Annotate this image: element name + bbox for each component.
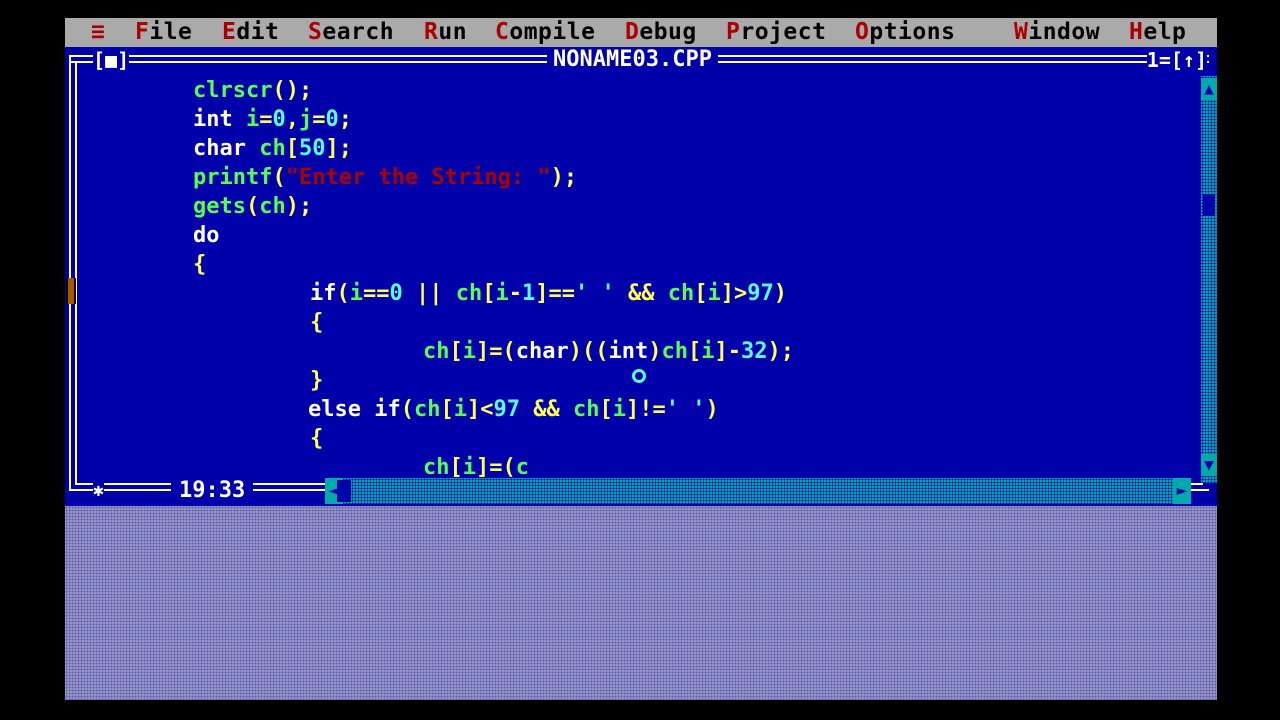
menu-file[interactable]: File (135, 18, 192, 47)
menu-run[interactable]: Run (424, 18, 467, 47)
code-line-7: { (193, 252, 207, 277)
menu-bar: ≡ File Edit Search Run Compile Debug Pro… (65, 18, 1217, 47)
code-line-5: gets(ch); (193, 194, 313, 219)
code-line-13: { (310, 426, 324, 451)
cursor-position: 19:33 (171, 478, 254, 504)
menu-project[interactable]: Project (726, 18, 826, 47)
window-title: NONAME03.CPP (547, 47, 718, 73)
code-line-11: } (310, 368, 324, 393)
frame-left-inner (75, 61, 77, 485)
code-line-8: if(i==0 || ch[i-1]==' ' && ch[i]>97) (310, 281, 787, 306)
close-box-button[interactable]: [■] (93, 49, 130, 71)
menu-edit[interactable]: Edit (222, 18, 279, 47)
system-menu[interactable]: ≡ (91, 18, 105, 47)
menu-help[interactable]: Help (1129, 18, 1186, 47)
code-line-9: { (310, 310, 324, 335)
scroll-down-icon[interactable]: ▼ (1201, 454, 1217, 476)
code-line-2: int i=0,j=0; (193, 107, 352, 132)
code-line-4: printf("Enter the String: "); (193, 165, 578, 190)
scroll-up-icon[interactable]: ▲ (1201, 78, 1217, 100)
window-number-zoom[interactable]: 1=[↑] (1146, 47, 1207, 73)
code-line-1: clrscr(); (193, 78, 313, 103)
resize-handle-icon[interactable]: ✱ (93, 478, 104, 504)
horizontal-scroll-thumb[interactable] (337, 480, 351, 502)
vertical-scroll-thumb[interactable] (1203, 194, 1215, 216)
code-line-12: else if(ch[i]<97 && ch[i]!=' ') (308, 397, 719, 422)
turbo-cpp-ide: ≡ File Edit Search Run Compile Debug Pro… (65, 18, 1217, 700)
breakpoint-marker (66, 278, 76, 304)
busy-cursor-icon (632, 369, 646, 383)
code-line-3: char ch[50]; (193, 136, 352, 161)
menu-options[interactable]: Options (855, 18, 955, 47)
menu-search[interactable]: Search (308, 18, 394, 47)
menu-window[interactable]: Window (1014, 18, 1100, 47)
vertical-scrollbar[interactable] (1201, 76, 1217, 483)
scroll-right-icon[interactable]: ► (1173, 478, 1191, 504)
menu-debug[interactable]: Debug (625, 18, 697, 47)
horizontal-scrollbar[interactable] (327, 478, 1187, 504)
desktop-background (65, 506, 1217, 700)
code-line-10: ch[i]=(char)((int)ch[i]-32); (423, 339, 794, 364)
menu-compile[interactable]: Compile (495, 18, 595, 47)
frame-left-outer (69, 55, 71, 491)
code-line-6: do (193, 223, 220, 248)
